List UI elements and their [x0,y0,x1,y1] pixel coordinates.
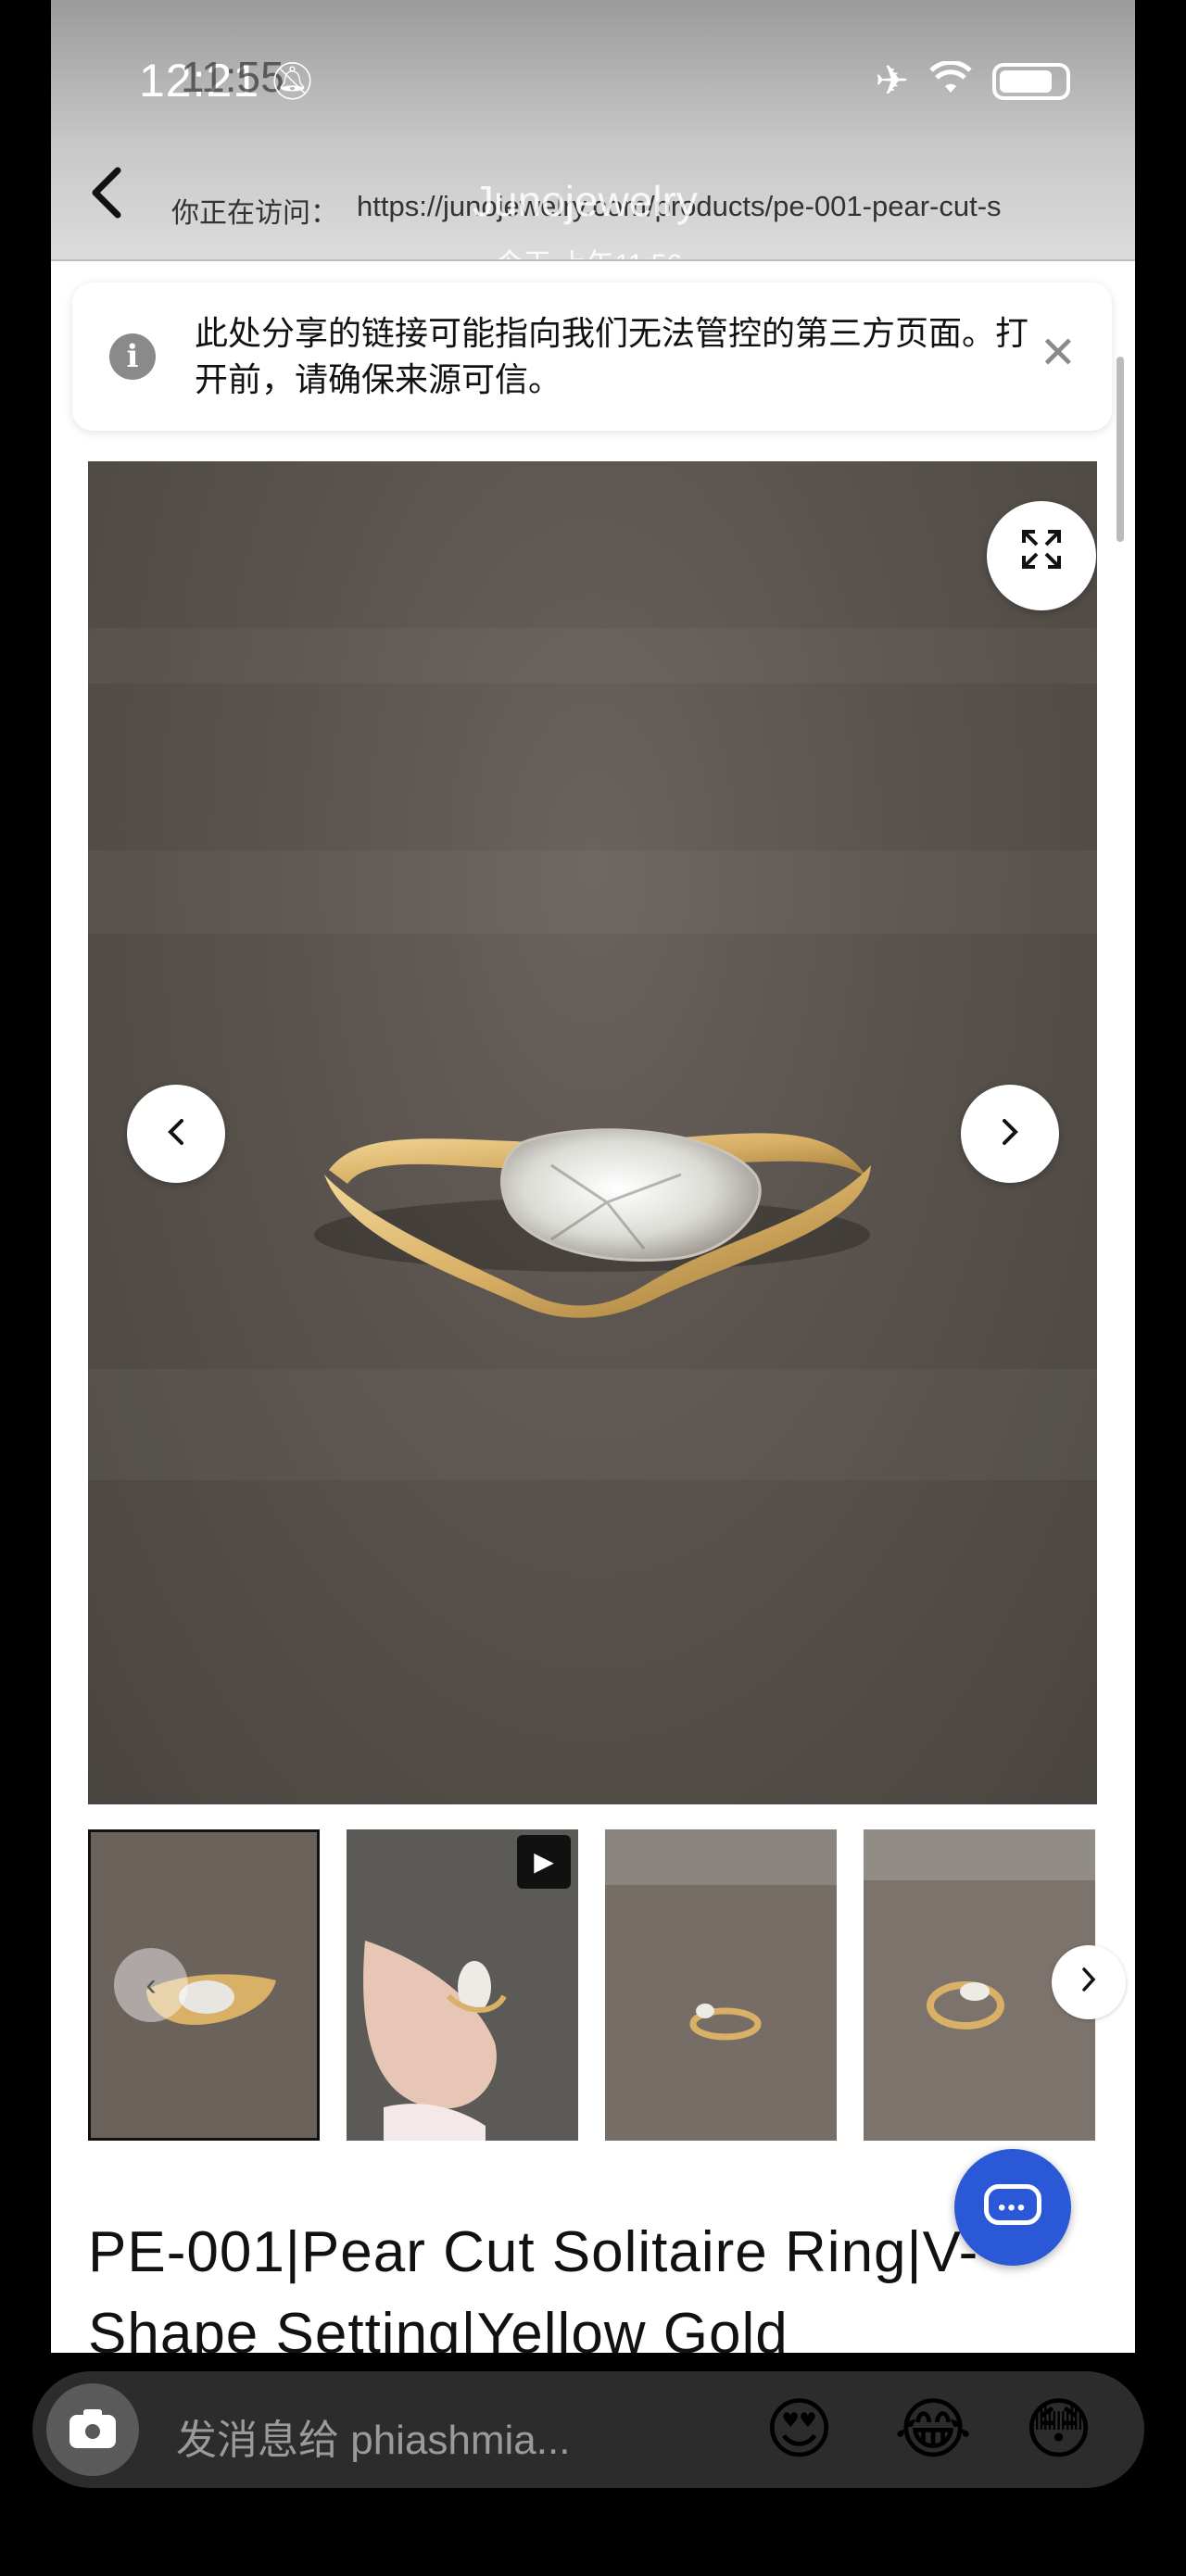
camera-lens [82,2420,104,2443]
webview-screen: 12:21 11:55 🔕︎ ✈︎ 你正在访问： https://junojew… [51,0,1135,2353]
thumbnail-1[interactable]: ‹ [88,1829,320,2141]
thumbnail-3[interactable] [605,1829,837,2141]
top-bar: 12:21 11:55 🔕︎ ✈︎ 你正在访问： https://junojew… [51,0,1135,280]
visiting-label: 你正在访问： [171,198,338,229]
tears-of-joy-emoji[interactable]: 😂 [894,2392,972,2468]
status-icons: ✈︎ [875,57,1070,105]
scrollbar[interactable] [1117,357,1124,542]
product-main-image[interactable] [88,461,1097,1804]
chat-dots: ••• [998,2195,1028,2220]
ring-side-thumbnail [605,1829,837,2141]
overlay-title: Junojewelry [473,177,698,225]
divider [51,259,1135,261]
play-icon: ▶ [517,1835,571,1889]
heart-eyes-emoji[interactable]: 😍 [764,2392,834,2468]
thumbnail-next-button[interactable] [1052,1945,1126,2019]
flushed-emoji[interactable]: 😳 [1024,2392,1093,2468]
close-icon[interactable]: ✕ [1040,327,1077,379]
message-input[interactable]: 发消息给 phiashmia... [176,2406,570,2466]
message-bar: 发消息给 phiashmia... 😍 😂 😳 [32,2371,1144,2488]
battery-icon [992,62,1070,100]
expand-icon [1022,530,1061,569]
camera-button[interactable] [46,2383,139,2476]
thumbnail-prev-button[interactable]: ‹ [114,1948,188,2022]
third-party-link-warning: i 此处分享的链接可能指向我们无法管控的第三方页面。打开前，请确保来源可信。 ✕ [72,283,1112,431]
warning-text: 此处分享的链接可能指向我们无法管控的第三方页面。打开前，请确保来源可信。 [195,314,1029,398]
fullscreen-button[interactable] [987,501,1096,610]
wifi-icon [929,58,972,105]
thumbnail-strip: ‹ ▶ [88,1829,1126,2142]
thumbnail-2[interactable]: ▶ [347,1829,578,2141]
ring-photo [314,1128,871,1318]
bell-slash-icon: 🔕︎ [269,61,316,102]
chevron-right-icon [1003,1119,1018,1145]
image-next-button[interactable] [961,1085,1059,1183]
chevron-right-icon [1082,1967,1096,1992]
image-prev-button[interactable] [127,1085,225,1183]
overlay-time: 今天 上午11:56 [496,249,683,280]
chat-button[interactable]: ••• [954,2149,1071,2266]
back-chevron-icon[interactable] [88,167,125,228]
info-icon: i [109,333,156,380]
airplane-icon: ✈︎ [875,58,909,104]
chevron-left-icon [168,1119,183,1145]
